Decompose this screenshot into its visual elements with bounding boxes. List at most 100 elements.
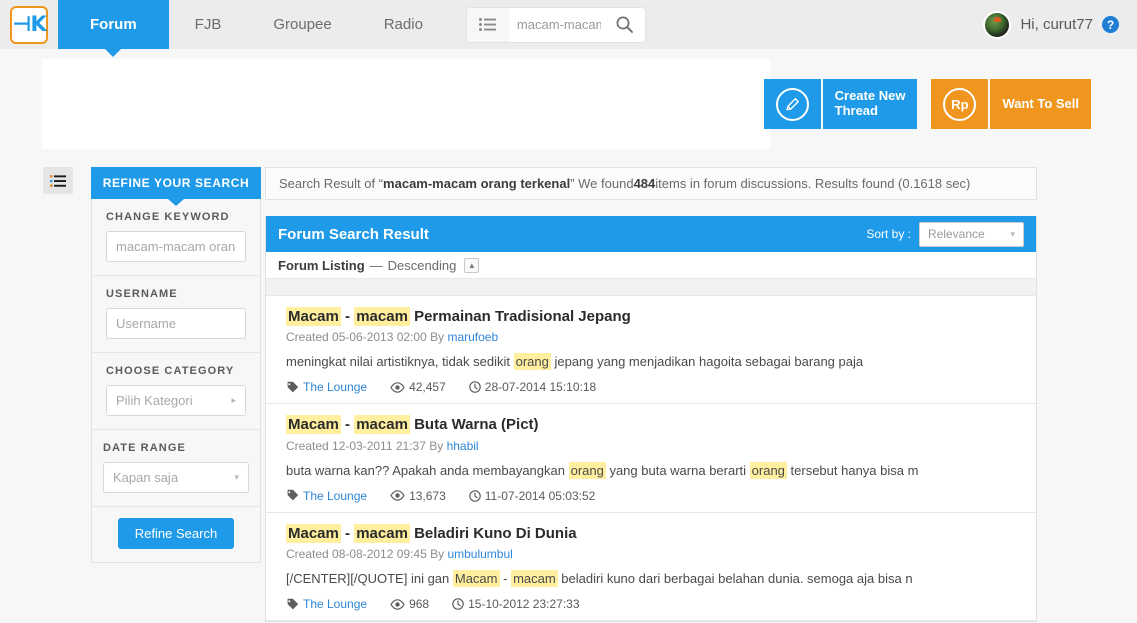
change-keyword-label: CHANGE KEYWORD: [106, 211, 230, 223]
result-date-value: 11-07-2014 05:03:52: [484, 488, 596, 503]
result-title-highlight-2: macam: [354, 415, 410, 435]
action-buttons: Create New Thread Rp Want To Sell: [763, 79, 1091, 129]
results-list: Macam - macam Permainan Tradisional Jepa…: [266, 296, 1036, 622]
result-created-prefix: Created 12-03-2011 21:37 By: [286, 438, 447, 453]
sort-by-label: Sort by :: [866, 227, 911, 241]
want-to-sell-button[interactable]: Rp Want To Sell: [931, 79, 1091, 129]
clock-icon: [468, 381, 481, 394]
result-snippet: buta warna kan?? Apakah anda membayangka…: [286, 461, 1016, 480]
logo-box: ⊣K: [10, 5, 48, 44]
sort-by-select[interactable]: Relevance ▾: [919, 221, 1024, 247]
result-snippet-text-4: beladiri kuno dari berbagai belahan duni…: [557, 571, 913, 587]
result-created: Created 12-03-2011 21:37 By hhabil: [286, 439, 1016, 453]
result-title[interactable]: Macam - macam Buta Warna (Pict): [286, 415, 1016, 435]
avatar[interactable]: [983, 10, 1012, 39]
result-views-value: 42,457: [409, 380, 446, 395]
result-forum-link[interactable]: The Lounge: [303, 597, 367, 611]
choose-category-value: Pilih Kategori: [116, 393, 193, 408]
date-range-select[interactable]: Kapan saja ▾: [103, 462, 249, 493]
summary-prefix: Search Result of “: [279, 176, 384, 191]
refine-group-username: USERNAME: [92, 276, 260, 353]
refine-search-button[interactable]: Refine Search: [117, 518, 235, 549]
result-snippet-highlight-1: Macam: [452, 570, 500, 588]
result-author-link[interactable]: hhabil: [447, 439, 479, 453]
result-snippet: [/CENTER][/QUOTE] ini gan Macam - macam …: [286, 570, 1016, 588]
username-input[interactable]: [106, 308, 246, 339]
tag-icon: [286, 598, 299, 611]
eye-icon: [390, 490, 405, 502]
forum-listing-bar: Forum Listing — Descending ▲: [266, 252, 1036, 279]
choose-category-select[interactable]: Pilih Kategori ▸: [106, 385, 246, 416]
refine-search-header: REFINE YOUR SEARCH: [91, 167, 261, 199]
banner-row: Create New Thread Rp Want To Sell: [0, 59, 1137, 150]
tag-icon: [286, 489, 299, 502]
result-forum-link[interactable]: The Lounge: [303, 489, 367, 503]
result-forum[interactable]: The Lounge: [286, 597, 367, 611]
result-meta: The Lounge 968 15-10-2012 23:27:33: [286, 597, 1016, 611]
result-author-link[interactable]: umbulumbul: [447, 547, 512, 561]
result-snippet-text-2: yang buta warna berarti: [605, 462, 750, 478]
eye-icon: [390, 382, 405, 393]
summary-middle: ” We found: [570, 176, 634, 191]
listing-spacer: [266, 279, 1036, 296]
create-new-thread-button[interactable]: Create New Thread: [763, 79, 918, 129]
nav-item-radio-label: Radio: [383, 16, 423, 33]
global-search-bar: [466, 7, 645, 42]
result-title-text-1: -: [340, 308, 355, 325]
search-icon[interactable]: [605, 8, 645, 42]
result-title-text-1: -: [340, 524, 355, 542]
result-title-text-3: Beladiri Kuno Di Dunia: [409, 524, 577, 542]
help-icon[interactable]: ?: [1102, 16, 1119, 33]
result-views: 42,457: [390, 380, 446, 394]
result-date: 28-07-2014 15:10:18: [468, 380, 597, 395]
refine-search-body: CHANGE KEYWORD USERNAME CHOOSE CATEGORY …: [91, 199, 261, 563]
sidebar-toggle-button[interactable]: [43, 167, 73, 194]
summary-query: macam-macam orang terkenal: [383, 176, 571, 191]
result-created-prefix: Created 05-06-2013 02:00 By: [286, 330, 448, 345]
nav-item-radio[interactable]: Radio: [358, 0, 449, 49]
result-title-text-3: Buta Warna (Pict): [409, 416, 539, 434]
search-results-column: Search Result of “macam-macam orang terk…: [265, 167, 1037, 623]
search-result-summary: Search Result of “macam-macam orang terk…: [265, 167, 1037, 200]
refine-search-panel: REFINE YOUR SEARCH CHANGE KEYWORD USERNA…: [91, 167, 261, 563]
result-item: Macam - macam Buta Warna (Pict) Created …: [266, 404, 1036, 513]
result-title-highlight-0: Macam: [286, 307, 341, 326]
result-title[interactable]: Macam - macam Beladiri Kuno Di Dunia: [286, 523, 1016, 544]
result-snippet-highlight-1: orang: [513, 353, 551, 371]
nav-item-groupee[interactable]: Groupee: [247, 0, 357, 49]
date-range-value: Kapan saja: [113, 470, 179, 485]
rupiah-icon: Rp: [931, 79, 989, 129]
chevron-up-icon[interactable]: ▲: [464, 257, 480, 273]
result-title-text-1: -: [340, 416, 355, 434]
pencil-icon-circle: [775, 87, 809, 121]
eye-icon: [390, 599, 405, 610]
result-title-highlight-2: macam: [354, 523, 410, 543]
chevron-right-icon: ▸: [231, 395, 236, 405]
nav-item-fjb[interactable]: FJB: [169, 0, 248, 49]
result-date-value: 28-07-2014 15:10:18: [484, 380, 597, 395]
result-forum[interactable]: The Lounge: [286, 489, 367, 503]
result-forum[interactable]: The Lounge: [286, 380, 367, 394]
chevron-down-icon: ▾: [1010, 228, 1015, 239]
search-category-list-icon[interactable]: [466, 7, 509, 42]
result-title[interactable]: Macam - macam Permainan Tradisional Jepa…: [286, 307, 1016, 327]
result-snippet-text-0: [/CENTER][/QUOTE] ini gan: [286, 571, 453, 587]
create-new-thread-label: Create New Thread: [822, 79, 918, 129]
clock-icon: [468, 490, 481, 502]
kaskus-k-icon: ⊣K: [12, 12, 46, 36]
result-title-highlight-0: Macam: [286, 415, 341, 435]
user-area: Hi, curut77 ?: [983, 0, 1137, 49]
change-keyword-input[interactable]: [106, 231, 246, 262]
refine-submit-row: Refine Search: [92, 507, 260, 562]
search-input[interactable]: [508, 8, 605, 41]
nav-item-forum[interactable]: Forum: [58, 0, 169, 49]
forum-listing-order: Descending: [387, 257, 457, 273]
username-label: USERNAME: [106, 288, 178, 300]
result-forum-link[interactable]: The Lounge: [303, 380, 367, 394]
result-author-link[interactable]: marufoeb: [447, 330, 498, 344]
result-date-value: 15-10-2012 23:27:33: [468, 597, 580, 612]
nav-item-forum-label: Forum: [90, 16, 137, 33]
site-logo[interactable]: ⊣K: [0, 0, 58, 49]
forum-search-result-panel: Forum Search Result Sort by : Relevance …: [265, 216, 1037, 623]
result-snippet-highlight-3: orang: [749, 461, 787, 479]
